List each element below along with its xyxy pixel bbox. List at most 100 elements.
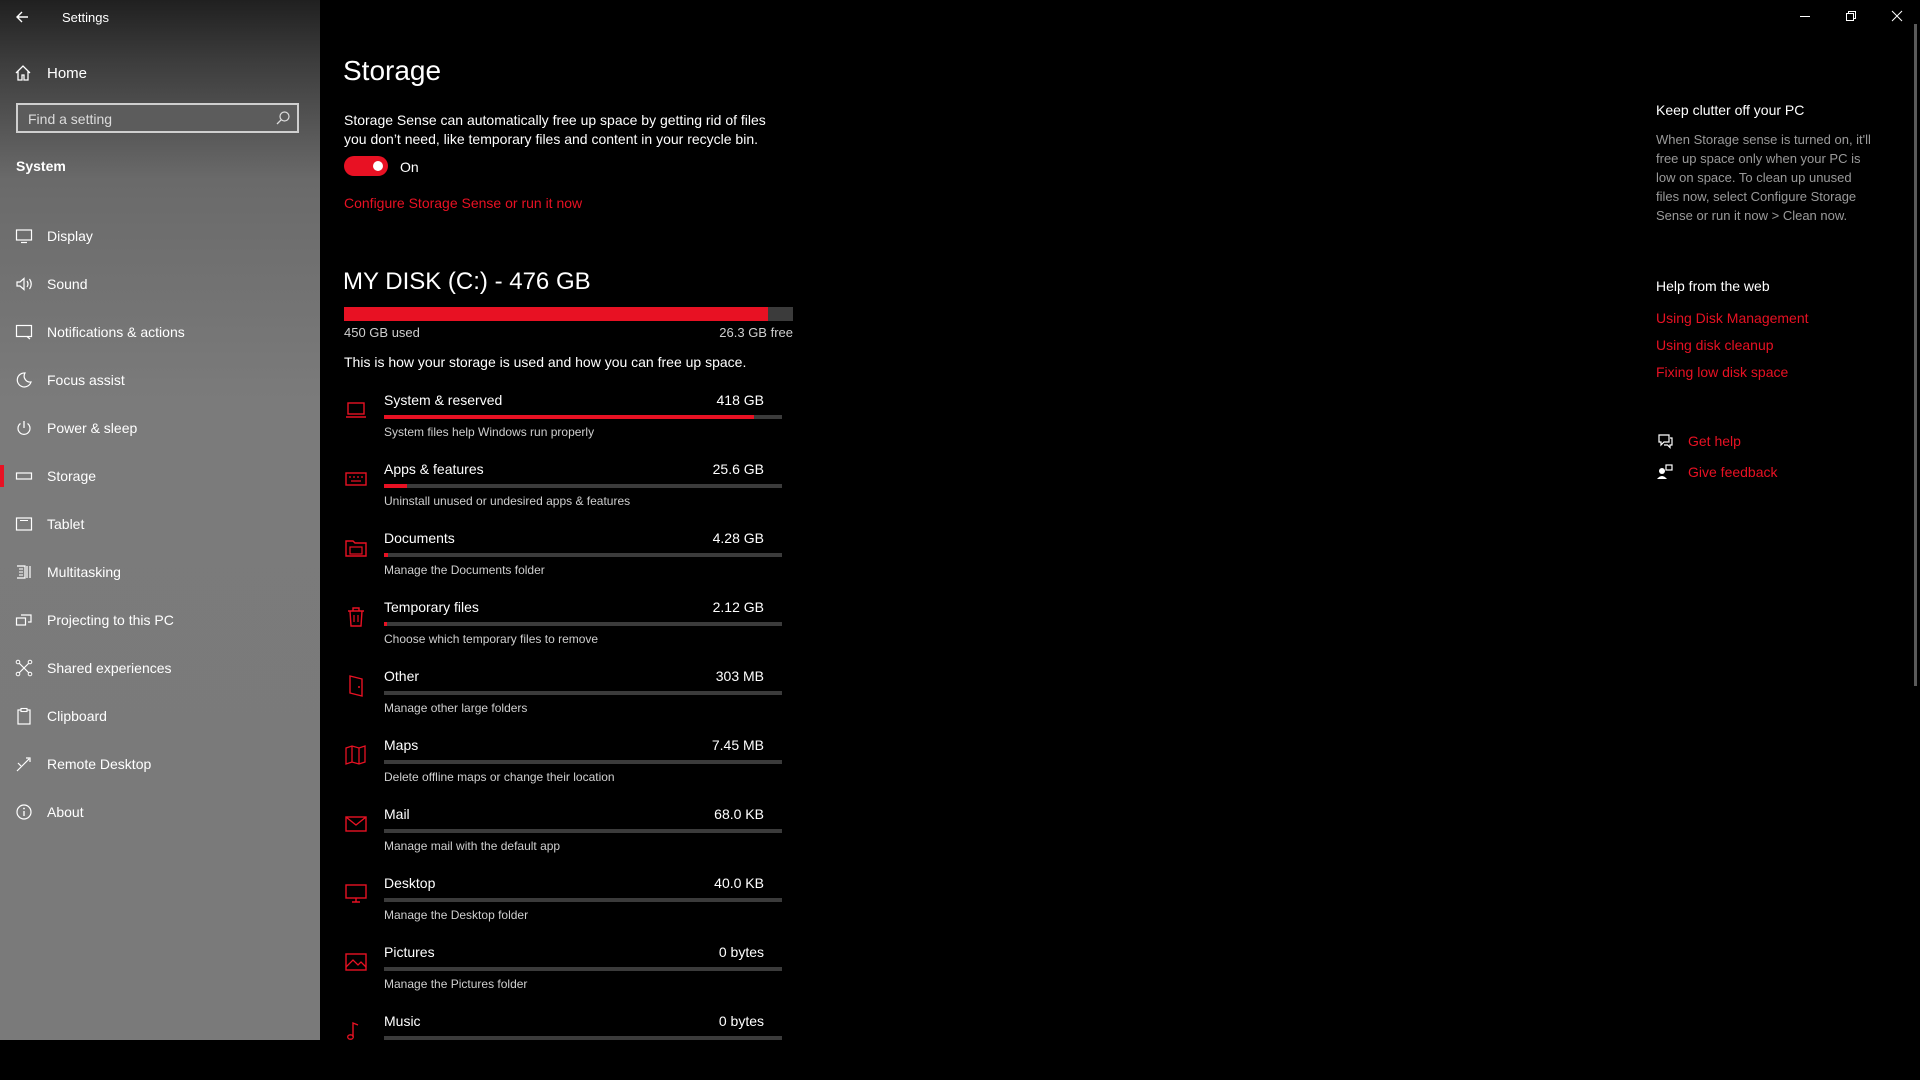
power-icon — [14, 418, 34, 438]
sidebar-item-shared-experiences[interactable]: Shared experiences — [0, 644, 320, 692]
chat-help-icon — [1656, 432, 1676, 450]
sidebar-item-notifications[interactable]: Notifications & actions — [0, 308, 320, 356]
storage-category-list: System & reserved 418 GB System files help… — [340, 390, 800, 1080]
category-size: 303 MB — [715, 668, 764, 684]
nav-home[interactable]: Home — [14, 60, 304, 86]
category-name: Other — [384, 668, 420, 684]
app-title: Settings — [62, 10, 109, 25]
sidebar-item-clipboard[interactable]: Clipboard — [0, 692, 320, 740]
help-link-disk-cleanup[interactable]: Using disk cleanup — [1656, 337, 1809, 364]
restore-button[interactable] — [1828, 0, 1874, 32]
sidebar-item-label: Display — [47, 228, 93, 244]
notification-icon — [14, 322, 34, 342]
storage-category-desktop[interactable]: Desktop 40.0 KB Manage the Desktop folder — [340, 873, 800, 942]
storage-category-temporary-files[interactable]: Temporary files 2.12 GB Choose which tempo… — [340, 597, 800, 666]
sidebar-item-projecting[interactable]: Projecting to this PC — [0, 596, 320, 644]
sidebar-item-sound[interactable]: Sound — [0, 260, 320, 308]
sidebar-item-label: Remote Desktop — [47, 756, 152, 772]
category-size: 7.45 MB — [711, 737, 764, 753]
storage-sense-description: Storage Sense can automatically free up … — [344, 112, 766, 147]
sidebar-item-display[interactable]: Display — [0, 212, 320, 260]
storage-category-pictures[interactable]: Pictures 0 bytes Manage the Pictures folde… — [340, 942, 800, 1011]
back-arrow-icon — [16, 11, 28, 23]
category-usage-bar — [384, 415, 782, 419]
category-name: Maps — [384, 737, 419, 753]
get-help-link[interactable]: Get help — [1656, 432, 1741, 450]
category-name: Desktop — [384, 875, 436, 891]
disk-usage-bar[interactable] — [344, 307, 793, 321]
clutter-text: When Storage sense is turned on, it'll f… — [1656, 132, 1871, 223]
category-size: 25.6 GB — [712, 461, 764, 477]
back-button[interactable] — [12, 6, 34, 28]
help-link-disk-management[interactable]: Using Disk Management — [1656, 310, 1809, 337]
category-size: 68.0 KB — [714, 806, 764, 822]
category-usage-bar — [384, 760, 782, 764]
category-usage-bar — [384, 622, 782, 626]
sidebar-item-remote-desktop[interactable]: Remote Desktop — [0, 740, 320, 788]
storage-category-system-reserved[interactable]: System & reserved 418 GB System files help… — [340, 390, 800, 459]
sidebar-item-storage[interactable]: Storage — [0, 452, 320, 500]
door-icon — [344, 674, 368, 698]
sidebar-item-about[interactable]: About — [0, 788, 320, 836]
sidebar-item-label: Shared experiences — [47, 660, 172, 676]
category-description: Choose which temporary files to remove — [384, 632, 599, 646]
mail-icon — [344, 812, 368, 836]
sidebar-item-label: About — [47, 804, 84, 820]
storage-category-other[interactable]: Other 303 MB Manage other large folders — [340, 666, 800, 735]
help-from-web-title: Help from the web — [1656, 278, 1770, 294]
category-usage-fill — [384, 622, 387, 626]
scrollbar[interactable] — [1914, 24, 1917, 686]
category-size: 2.12 GB — [712, 599, 764, 615]
storage-category-maps[interactable]: Maps 7.45 MB Delete offline maps or change… — [340, 735, 800, 804]
category-usage-bar — [384, 829, 782, 833]
section-label: System — [16, 158, 66, 174]
category-size: 0 bytes — [718, 944, 764, 960]
sidebar-item-tablet[interactable]: Tablet — [0, 500, 320, 548]
category-name: Mail — [384, 806, 410, 822]
home-icon — [14, 64, 34, 82]
storage-sense-toggle[interactable] — [344, 156, 388, 176]
display-icon — [14, 226, 34, 246]
toggle-state-label: On — [400, 159, 419, 175]
music-icon — [344, 1019, 368, 1043]
minimize-icon — [1800, 16, 1810, 17]
remote-desktop-icon — [14, 754, 34, 774]
configure-storage-sense-link[interactable]: Configure Storage Sense or run it now — [344, 195, 582, 211]
category-size: 418 GB — [716, 392, 764, 408]
search-input[interactable] — [26, 108, 270, 130]
storage-category-apps-features[interactable]: Apps & features 25.6 GB Uninstall unused o… — [340, 459, 800, 528]
laptop-icon — [344, 398, 368, 422]
give-feedback-link[interactable]: Give feedback — [1656, 463, 1778, 481]
folder-icon — [344, 536, 368, 560]
storage-category-mail[interactable]: Mail 68.0 KB Manage mail with the default … — [340, 804, 800, 873]
trash-icon — [344, 605, 368, 629]
sidebar-item-power-sleep[interactable]: Power & sleep — [0, 404, 320, 452]
title-bar: Settings — [0, 0, 320, 34]
sidebar-item-label: Clipboard — [47, 708, 107, 724]
speaker-icon — [14, 274, 34, 294]
category-description: Manage the Documents folder — [384, 563, 545, 577]
category-description: System files help Windows run properly — [384, 425, 595, 439]
clipboard-icon — [14, 706, 34, 726]
storage-category-music[interactable]: Music 0 bytes — [340, 1011, 800, 1080]
disk-free-label: 26.3 GB free — [719, 325, 793, 340]
storage-category-documents[interactable]: Documents 4.28 GB Manage the Documents fol… — [340, 528, 800, 597]
category-usage-bar — [384, 484, 782, 488]
minimize-button[interactable] — [1782, 0, 1828, 32]
category-size: 4.28 GB — [712, 530, 764, 546]
category-name: Music — [384, 1013, 421, 1029]
feedback-icon — [1656, 463, 1676, 481]
help-link-low-disk-space[interactable]: Fixing low disk space — [1656, 364, 1809, 391]
toggle-knob — [373, 161, 383, 171]
search-icon[interactable] — [275, 110, 291, 126]
usage-description: This is how your storage is used and how… — [344, 354, 747, 370]
map-icon — [344, 743, 368, 767]
clutter-title: Keep clutter off your PC — [1656, 102, 1805, 118]
get-help-label: Get help — [1688, 433, 1741, 449]
sidebar-item-focus-assist[interactable]: Focus assist — [0, 356, 320, 404]
search-field[interactable] — [16, 103, 299, 133]
shared-icon — [14, 658, 34, 678]
category-description: Uninstall unused or undesired apps & fea… — [384, 494, 631, 508]
sidebar-item-multitasking[interactable]: Multitasking — [0, 548, 320, 596]
disk-used-label: 450 GB used — [344, 325, 420, 340]
